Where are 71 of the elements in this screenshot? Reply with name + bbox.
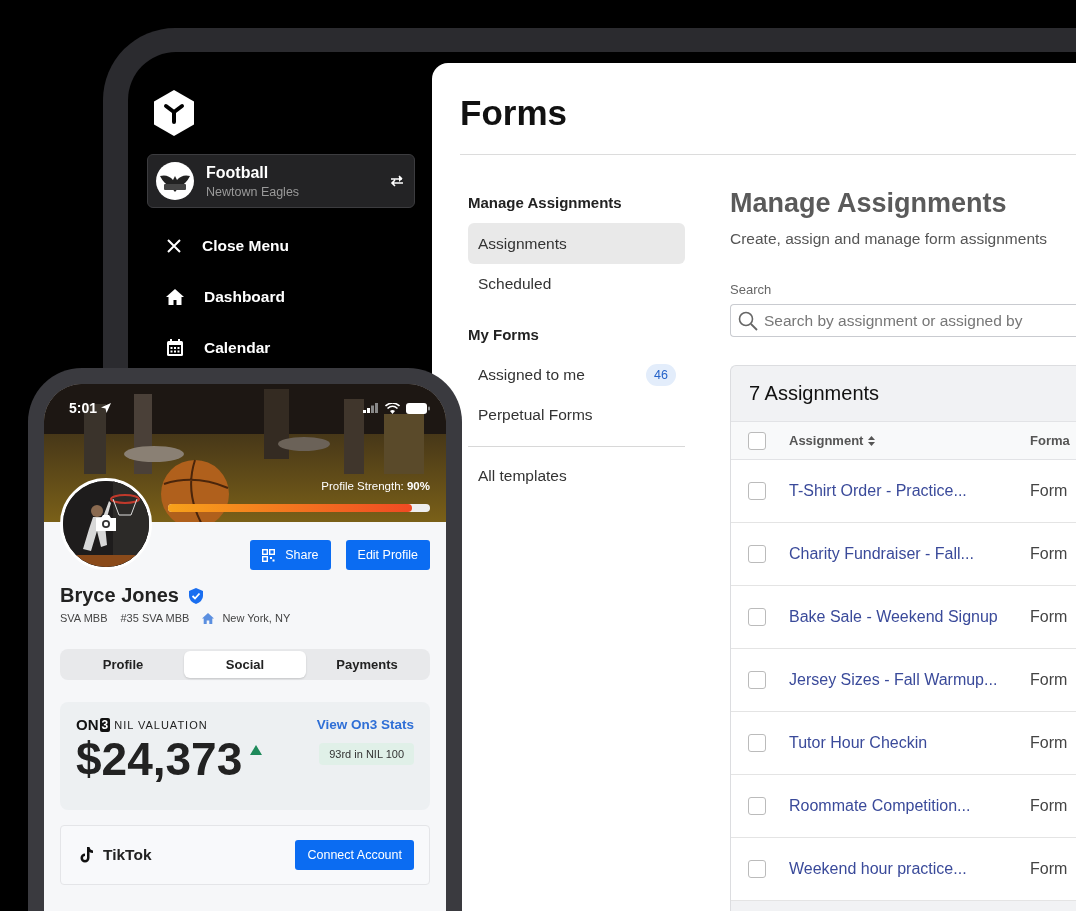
qr-code-icon — [262, 548, 276, 562]
table-cell-text: Form — [1030, 734, 1069, 752]
nav-item[interactable]: Perpetual Forms — [468, 395, 685, 435]
home-icon — [202, 612, 215, 624]
assignment-link[interactable]: T-Shirt Order - Practice... — [789, 482, 1007, 500]
search-field[interactable]: Search by assignment or assigned by — [730, 304, 1076, 337]
team-subtitle: Newtown Eagles — [206, 184, 300, 199]
checkbox[interactable] — [748, 671, 766, 689]
connect-button[interactable]: Connect Account — [295, 840, 414, 870]
checkbox[interactable] — [748, 545, 766, 563]
table-cell-text: Form — [1030, 860, 1069, 878]
valuation-label: NIL VALUATION — [114, 718, 208, 731]
assignment-link[interactable]: Jersey Sizes - Fall Warmup... — [789, 671, 1007, 689]
rank-badge: 93rd in NIL 100 — [319, 743, 414, 765]
stats-link[interactable]: View On3 Stats — [316, 717, 414, 732]
assignment-link[interactable]: Charity Fundraiser - Fall... — [789, 545, 1007, 563]
profile-detail: SVA MBB — [60, 612, 108, 624]
share-button[interactable]: Share — [250, 540, 331, 570]
section-subtitle: Create, assign and manage form assignments — [730, 229, 1049, 249]
column-header[interactable]: Forma — [1030, 433, 1076, 448]
table-title: 7 Assignments — [749, 382, 880, 405]
table-cell-text: Form — [1030, 671, 1069, 689]
assignment-link[interactable]: Tutor Hour Checkin — [789, 734, 1007, 752]
search-icon — [738, 311, 758, 331]
assignment-link[interactable]: Roommate Competition... — [789, 797, 1007, 815]
table-cell-text: Form — [1030, 797, 1069, 815]
table-cell-text: Form — [1030, 482, 1069, 500]
menu-item[interactable]: Dashboard — [147, 282, 285, 312]
nav-item[interactable]: All templates — [468, 456, 685, 496]
home-icon — [166, 289, 184, 305]
table-cell-text: Form — [1030, 608, 1069, 626]
nav-item[interactable]: Scheduled — [468, 264, 685, 304]
team-name: Football — [206, 163, 270, 182]
tab[interactable]: Social — [184, 651, 306, 678]
edit-profile-button[interactable]: Edit Profile — [345, 540, 430, 570]
column-header[interactable]: Assignment — [789, 433, 1007, 448]
nav-item[interactable]: Assigned to me 46 — [468, 355, 685, 395]
checkbox[interactable] — [748, 797, 766, 815]
profile-name: Bryce Jones — [60, 584, 179, 607]
nav-item[interactable]: Assignments — [468, 223, 685, 264]
hexagon-logo-icon — [153, 90, 195, 136]
checkbox[interactable] — [748, 482, 766, 500]
menu-item[interactable]: Calendar — [147, 333, 271, 363]
swap-icon — [390, 175, 404, 187]
tab[interactable]: Payments — [306, 651, 428, 678]
checkbox[interactable] — [748, 431, 766, 450]
profile-detail: New York, NY — [222, 612, 291, 624]
assignment-link[interactable]: Weekend hour practice... — [789, 860, 1007, 878]
valuation-amount: $24,373 — [76, 733, 243, 785]
field-label: Search — [730, 282, 772, 298]
nav-heading: My Forms — [468, 325, 539, 345]
assignment-link[interactable]: Bake Sale - Weekend Signup — [789, 608, 1007, 626]
sort-icon — [868, 435, 876, 446]
nav-heading: Manage Assignments — [468, 193, 622, 213]
brand-logo: ON 3 — [76, 716, 111, 733]
menu-item[interactable]: Close Menu — [147, 231, 289, 261]
checkbox[interactable] — [748, 860, 766, 878]
note-icon — [79, 847, 93, 863]
page-title: Forms — [460, 92, 567, 134]
bird-badge-icon — [156, 162, 194, 200]
checkbox[interactable] — [748, 734, 766, 752]
social-name: TikTok — [103, 846, 152, 864]
section-title: Manage Assignments — [730, 187, 1007, 220]
team-switcher[interactable]: Football Newtown Eagles — [147, 154, 415, 208]
tab[interactable]: Profile — [62, 651, 184, 678]
count-badge: 46 — [646, 364, 676, 386]
calendar-icon — [166, 339, 184, 357]
table-cell-text: Form — [1030, 545, 1069, 563]
close-icon — [166, 238, 182, 254]
checkbox[interactable] — [748, 608, 766, 626]
profile-detail: #35 SVA MBB — [120, 612, 190, 624]
